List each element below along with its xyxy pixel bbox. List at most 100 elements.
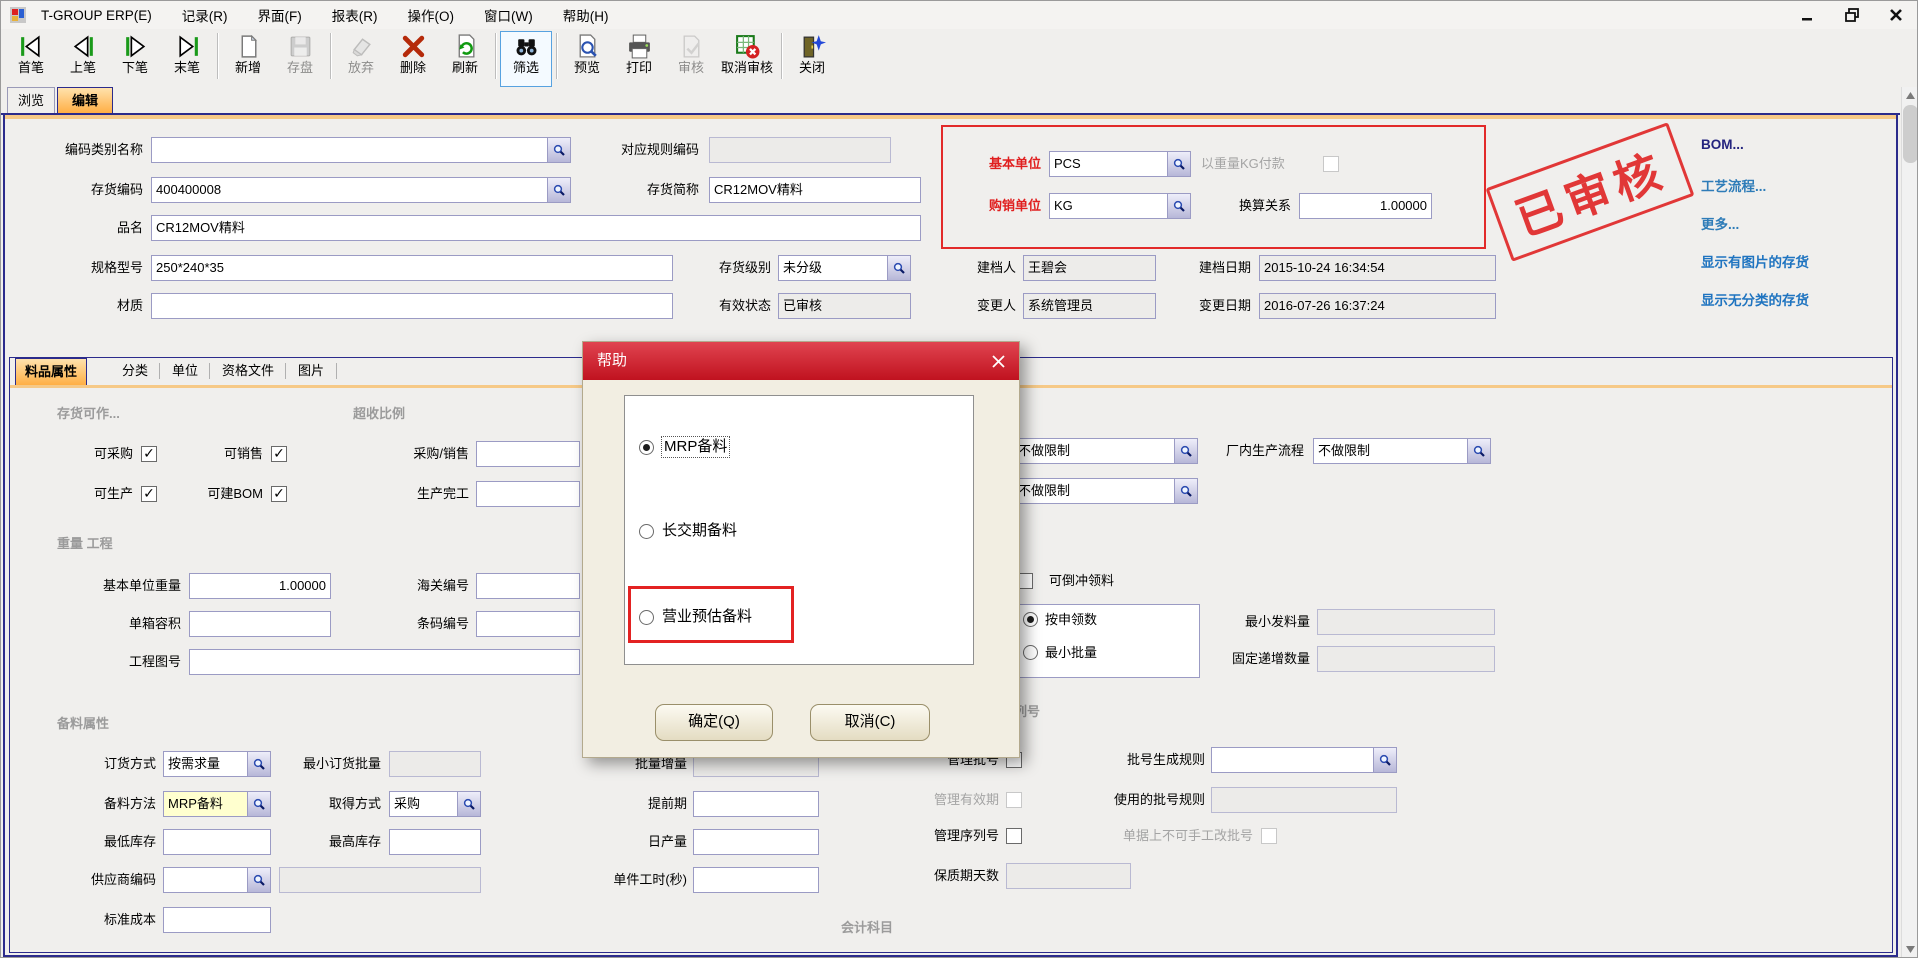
vertical-scrollbar[interactable] bbox=[1901, 87, 1918, 958]
base-unit-combo[interactable]: PCS bbox=[1049, 151, 1191, 177]
link-show-with-images[interactable]: 显示有图片的存货 bbox=[1701, 251, 1809, 271]
buy-sell-ratio-field[interactable] bbox=[476, 441, 580, 467]
menu-operation[interactable]: 操作(O) bbox=[408, 5, 455, 25]
option-long-cycle[interactable]: 长交期备料 bbox=[639, 520, 737, 542]
subtab-item-attributes[interactable]: 料品属性 bbox=[15, 358, 87, 385]
lookup-icon[interactable] bbox=[1167, 152, 1190, 176]
max-stock-field[interactable] bbox=[389, 829, 481, 855]
tab-browse[interactable]: 浏览 bbox=[7, 87, 55, 113]
dialog-close-icon[interactable] bbox=[989, 352, 1007, 370]
lookup-icon[interactable] bbox=[1174, 479, 1197, 503]
pay-by-kg-checkbox[interactable] bbox=[1323, 156, 1339, 172]
lookup-icon[interactable] bbox=[457, 792, 480, 816]
lookup-icon[interactable] bbox=[247, 752, 270, 776]
lookup-icon[interactable] bbox=[547, 178, 570, 202]
link-show-unclassified[interactable]: 显示无分类的存货 bbox=[1701, 289, 1809, 309]
subtab-unit[interactable]: 单位 bbox=[163, 358, 207, 385]
minimize-button[interactable] bbox=[1797, 4, 1819, 26]
min-stock-field[interactable] bbox=[163, 829, 271, 855]
menu-record[interactable]: 记录(R) bbox=[182, 5, 228, 25]
option-mrp[interactable]: MRP备料 bbox=[639, 436, 729, 458]
scroll-up-icon[interactable] bbox=[1902, 87, 1918, 104]
acquire-mode-combo[interactable]: 采购 bbox=[389, 791, 481, 817]
can-bom-checkbox[interactable] bbox=[271, 486, 287, 502]
barcode-field[interactable] bbox=[476, 611, 580, 637]
coding-class-combo[interactable] bbox=[151, 137, 571, 163]
last-record-button[interactable]: 末笔 bbox=[161, 31, 213, 87]
cancel-audit-button[interactable]: 取消审核 bbox=[717, 31, 777, 87]
manage-serial-checkbox[interactable] bbox=[1006, 828, 1022, 844]
lead-time-field[interactable] bbox=[693, 791, 819, 817]
trade-unit-combo[interactable]: KG bbox=[1049, 193, 1191, 219]
no-manual-batch-checkbox[interactable] bbox=[1261, 828, 1277, 844]
subtab-images[interactable]: 图片 bbox=[289, 358, 333, 385]
close-button[interactable] bbox=[1885, 4, 1907, 26]
save-button[interactable]: 存盘 bbox=[274, 31, 326, 87]
audit-button[interactable]: 审核 bbox=[665, 31, 717, 87]
print-button[interactable]: 打印 bbox=[613, 31, 665, 87]
tab-edit[interactable]: 编辑 bbox=[57, 87, 113, 113]
menu-interface[interactable]: 界面(F) bbox=[258, 5, 302, 25]
limit-combo-1[interactable]: 不做限制 bbox=[1013, 438, 1198, 464]
prev-record-button[interactable]: 上笔 bbox=[57, 31, 109, 87]
lookup-icon[interactable] bbox=[1373, 748, 1396, 772]
spec-field[interactable]: 250*240*35 bbox=[151, 255, 673, 281]
item-short-field[interactable]: CR12MOV精料 bbox=[709, 177, 921, 203]
mrp-radio[interactable] bbox=[639, 440, 654, 455]
lookup-icon[interactable] bbox=[247, 868, 270, 892]
lookup-icon[interactable] bbox=[247, 792, 270, 816]
item-name-field[interactable]: CR12MOV精料 bbox=[151, 215, 921, 241]
subtab-qualification[interactable]: 资格文件 bbox=[213, 358, 283, 385]
dialog-cancel-button[interactable]: 取消(C) bbox=[810, 704, 930, 741]
filter-button[interactable]: 筛选 bbox=[500, 31, 552, 87]
daily-output-field[interactable] bbox=[693, 829, 819, 855]
abandon-button[interactable]: 放弃 bbox=[335, 31, 387, 87]
dialog-ok-button[interactable]: 确定(Q) bbox=[655, 704, 773, 741]
drawing-no-field[interactable] bbox=[189, 649, 580, 675]
unit-time-field[interactable] bbox=[693, 867, 819, 893]
link-bom[interactable]: BOM... bbox=[1701, 137, 1744, 152]
min-batch-radio[interactable] bbox=[1023, 645, 1038, 660]
restore-button[interactable] bbox=[1841, 4, 1863, 26]
can-sell-checkbox[interactable] bbox=[271, 446, 287, 462]
menu-window[interactable]: 窗口(W) bbox=[484, 5, 533, 25]
supplier-code-combo[interactable] bbox=[163, 867, 271, 893]
base-weight-field[interactable]: 1.00000 bbox=[189, 573, 331, 599]
new-button[interactable]: 新增 bbox=[222, 31, 274, 87]
link-process-flow[interactable]: 工艺流程... bbox=[1701, 175, 1766, 195]
subtab-classification[interactable]: 分类 bbox=[113, 358, 157, 385]
link-more[interactable]: 更多... bbox=[1701, 213, 1739, 233]
lookup-icon[interactable] bbox=[1174, 439, 1197, 463]
delete-button[interactable]: 删除 bbox=[387, 31, 439, 87]
inv-level-combo[interactable]: 未分级 bbox=[778, 255, 911, 281]
lookup-icon[interactable] bbox=[887, 256, 910, 280]
scrollbar-thumb[interactable] bbox=[1903, 105, 1918, 163]
refresh-button[interactable]: 刷新 bbox=[439, 31, 491, 87]
next-record-button[interactable]: 下笔 bbox=[109, 31, 161, 87]
std-cost-field[interactable] bbox=[163, 907, 271, 933]
lookup-icon[interactable] bbox=[547, 138, 570, 162]
lookup-icon[interactable] bbox=[1467, 439, 1490, 463]
rule-code-field[interactable] bbox=[709, 137, 891, 163]
prep-method-combo[interactable]: MRP备料 bbox=[163, 791, 271, 817]
limit-combo-2[interactable]: 不做限制 bbox=[1013, 478, 1198, 504]
preview-button[interactable]: 预览 bbox=[561, 31, 613, 87]
long-cycle-radio[interactable] bbox=[639, 524, 654, 539]
prod-done-ratio-field[interactable] bbox=[476, 481, 580, 507]
can-make-checkbox[interactable] bbox=[141, 486, 157, 502]
menu-help[interactable]: 帮助(H) bbox=[563, 5, 609, 25]
batch-rule-combo[interactable] bbox=[1211, 747, 1397, 773]
menu-tgroup-erp[interactable]: T-GROUP ERP(E) bbox=[41, 8, 152, 23]
can-buy-checkbox[interactable] bbox=[141, 446, 157, 462]
scroll-down-icon[interactable] bbox=[1902, 941, 1918, 958]
first-record-button[interactable]: 首笔 bbox=[5, 31, 57, 87]
by-request-radio[interactable] bbox=[1023, 612, 1038, 627]
item-code-combo[interactable]: 400400008 bbox=[151, 177, 571, 203]
manage-validity-checkbox[interactable] bbox=[1006, 792, 1022, 808]
material-field[interactable] bbox=[151, 293, 673, 319]
close-form-button[interactable]: 关闭 bbox=[786, 31, 838, 87]
factory-flow-combo[interactable]: 不做限制 bbox=[1313, 438, 1491, 464]
order-mode-combo[interactable]: 按需求量 bbox=[163, 751, 271, 777]
box-volume-field[interactable] bbox=[189, 611, 331, 637]
customs-code-field[interactable] bbox=[476, 573, 580, 599]
